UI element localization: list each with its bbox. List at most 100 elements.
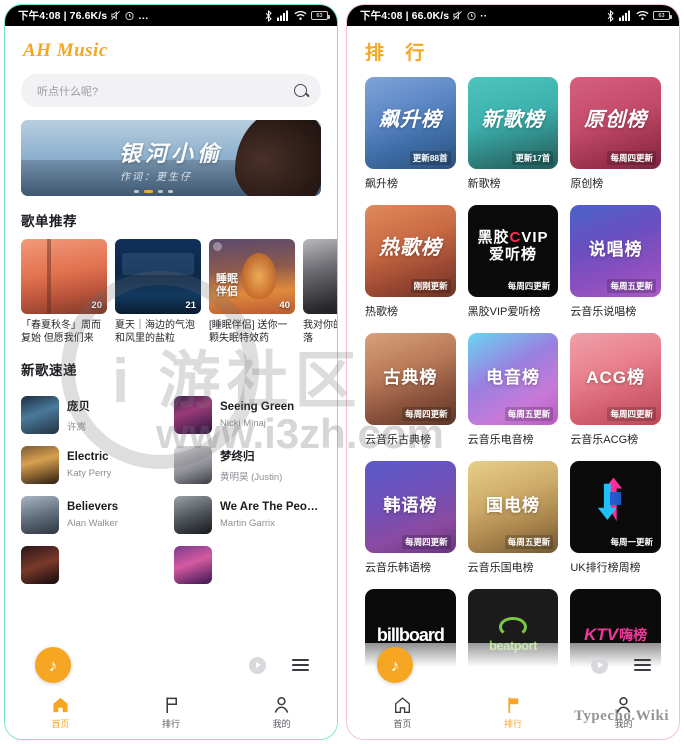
ranking-item[interactable]: 韩语榜 每周四更新 云音乐韩语榜 — [359, 461, 462, 589]
ranking-cover[interactable]: 原创榜 每周四更新 — [570, 77, 661, 169]
playlist-icon[interactable] — [292, 659, 309, 671]
mini-player-bar[interactable]: ♪ — [347, 643, 679, 687]
ranking-item[interactable]: 古典榜 每周四更新 云音乐古典榜 — [359, 333, 462, 461]
playlist-cover[interactable]: 20 — [21, 239, 107, 314]
playlist-cover[interactable] — [303, 239, 337, 314]
ranking-update-tag: 每周五更新 — [504, 535, 554, 549]
ranking-name: 飙升榜 — [365, 178, 398, 190]
tab-profile[interactable]: 我的 — [226, 696, 337, 730]
song-cover[interactable] — [174, 396, 212, 434]
song-item[interactable]: Seeing Green Nicki Minaj — [172, 390, 325, 440]
tab-label: 排行 — [504, 719, 523, 729]
song-cover[interactable] — [21, 396, 59, 434]
tab-ranking[interactable]: 排行 — [458, 696, 569, 730]
ranking-cover[interactable]: 国电榜 每周五更新 — [467, 461, 559, 553]
song-title: 梦终归 — [220, 450, 255, 463]
promo-banner[interactable]: 银河小偷 作词：更生仔 — [21, 120, 321, 196]
ranking-item[interactable]: 电音榜 每周五更新 云音乐电音榜 — [462, 333, 565, 461]
ranking-cover[interactable]: 新歌榜 更新17首 — [467, 77, 559, 169]
mini-player-bar[interactable]: ♪ — [5, 643, 337, 687]
ranking-item[interactable]: 国电榜 每周五更新 云音乐国电榜 — [462, 461, 565, 589]
song-cover[interactable] — [21, 496, 59, 534]
play-icon[interactable] — [249, 656, 266, 674]
ranking-item[interactable]: 飙升榜 更新88首 飙升榜 — [359, 77, 462, 205]
song-cover[interactable] — [21, 446, 59, 484]
ranking-cover-text: 说唱榜 — [588, 239, 643, 259]
search-icon[interactable] — [294, 84, 307, 97]
playlist-cover[interactable]: 21 — [115, 239, 201, 314]
banner-dots[interactable] — [21, 190, 285, 193]
song-cover[interactable] — [174, 496, 212, 534]
song-item[interactable]: Believers Alan Walker — [19, 490, 172, 540]
playlist-card[interactable]: 20 「春夏秋冬」周而复始 但愿我们来日… — [21, 239, 107, 345]
ranking-update-tag: 每周五更新 — [607, 279, 656, 293]
ranking-name: 新歌榜 — [467, 178, 501, 190]
playlist-card[interactable]: 21 夏天｜海边的气泡和风里的盐粒 — [115, 239, 201, 345]
playlist-card[interactable]: 睡眠 伴侣 40 [睡眠伴侣] 送你一颗失眠特效药 — [209, 239, 295, 345]
banner-dot-active[interactable] — [143, 190, 153, 193]
banner-dot[interactable] — [133, 190, 139, 193]
banner-subtitle: 作词：更生仔 — [120, 172, 192, 183]
flag-icon — [165, 697, 177, 714]
ranking-item[interactable]: 黑胶CVIP 爱听榜 每周四更新 黑胶VIP爱听榜 — [462, 205, 565, 333]
song-item[interactable]: 庞贝 许嵩 — [19, 390, 172, 440]
song-cover[interactable] — [174, 546, 212, 584]
ranking-item[interactable]: 热歌榜 刚刚更新 热歌榜 — [359, 205, 462, 333]
status-network-speed: 76.6K/s — [69, 9, 108, 22]
ranking-name: 热歌榜 — [365, 306, 398, 318]
ranking-cover-text: ACG榜 — [586, 367, 646, 387]
song-item[interactable] — [172, 540, 325, 590]
ranking-item[interactable]: ACG榜 每周四更新 云音乐ACG榜 — [564, 333, 667, 461]
song-item[interactable]: 梦终归 黄明昊 (Justin) — [172, 440, 325, 490]
ranking-cover[interactable]: 韩语榜 每周四更新 — [365, 461, 456, 553]
song-item[interactable]: We Are The Peopl… Martin Garrix — [172, 490, 325, 540]
search-input[interactable]: 听点什么呢? — [21, 74, 321, 107]
tab-home[interactable]: 首页 — [347, 696, 458, 730]
ranking-update-tag: 刚刚更新 — [410, 279, 451, 293]
ranking-name: 云音乐ACG榜 — [570, 434, 639, 446]
ranking-cover[interactable]: 飙升榜 更新88首 — [365, 77, 456, 169]
playlist-name: 「春夏秋冬」周而复始 但愿我们来日… — [21, 320, 101, 345]
song-cover[interactable] — [174, 446, 212, 484]
ranking-cover[interactable]: 古典榜 每周四更新 — [365, 333, 456, 425]
ranking-cover-text: 飙升榜 — [378, 108, 442, 131]
ranking-update-tag: 每周五更新 — [504, 407, 554, 421]
tab-home[interactable]: 首页 — [5, 696, 116, 730]
ranking-update-tag: 每周四更新 — [607, 407, 656, 421]
ranking-cover[interactable]: 黑胶CVIP 爱听榜 每周四更新 — [467, 205, 559, 297]
ranking-name: 黑胶VIP爱听榜 — [467, 306, 541, 318]
page-title: 排 行 — [365, 43, 433, 64]
playlist-row[interactable]: 20 「春夏秋冬」周而复始 但愿我们来日… 21 夏天｜海边的气泡和风里的盐粒 … — [5, 239, 337, 345]
ranking-cover[interactable]: 每周一更新 — [570, 461, 661, 553]
song-artist: Nicki Minaj — [220, 418, 266, 429]
ranking-update-tag: 更新88首 — [409, 151, 451, 165]
ranking-cover[interactable]: ACG榜 每周四更新 — [570, 333, 661, 425]
ranking-cover[interactable]: 电音榜 每周五更新 — [467, 333, 559, 425]
tab-ranking[interactable]: 排行 — [116, 696, 227, 730]
song-artist: 许嵩 — [67, 421, 87, 433]
ranking-item[interactable]: 每周一更新 UK排行榜周榜 — [564, 461, 667, 589]
ranking-item[interactable]: 原创榜 每周四更新 原创榜 — [564, 77, 667, 205]
banner-dot[interactable] — [157, 190, 163, 193]
mute-icon — [110, 10, 121, 21]
ranking-cover[interactable]: 热歌榜 刚刚更新 — [365, 205, 456, 297]
note-icon[interactable]: ♪ — [377, 647, 413, 683]
ranking-cover-text: 原创榜 — [584, 108, 648, 131]
playlist-card[interactable]: 我对你的爱涌 永不落 — [303, 239, 337, 345]
tab-label: 首页 — [51, 719, 70, 729]
ranking-item[interactable]: 说唱榜 每周五更新 云音乐说唱榜 — [564, 205, 667, 333]
playlist-icon[interactable] — [634, 659, 651, 671]
play-icon[interactable] — [591, 656, 608, 674]
status-time: 下午4:08 — [18, 10, 61, 22]
note-icon[interactable]: ♪ — [35, 647, 71, 683]
playlist-cover[interactable]: 睡眠 伴侣 40 — [209, 239, 295, 314]
banner-dot[interactable] — [167, 190, 173, 193]
bottom-tab-bar-left[interactable]: 首页 排行 我的 — [5, 687, 337, 739]
song-cover[interactable] — [21, 546, 59, 584]
song-item[interactable] — [19, 540, 172, 590]
tab-label: 我的 — [272, 719, 291, 729]
playlist-name: 夏天｜海边的气泡和风里的盐粒 — [115, 320, 195, 345]
ranking-cover[interactable]: 说唱榜 每周五更新 — [570, 205, 661, 297]
song-item[interactable]: Electric Katy Perry — [19, 440, 172, 490]
ranking-item[interactable]: 新歌榜 更新17首 新歌榜 — [462, 77, 565, 205]
